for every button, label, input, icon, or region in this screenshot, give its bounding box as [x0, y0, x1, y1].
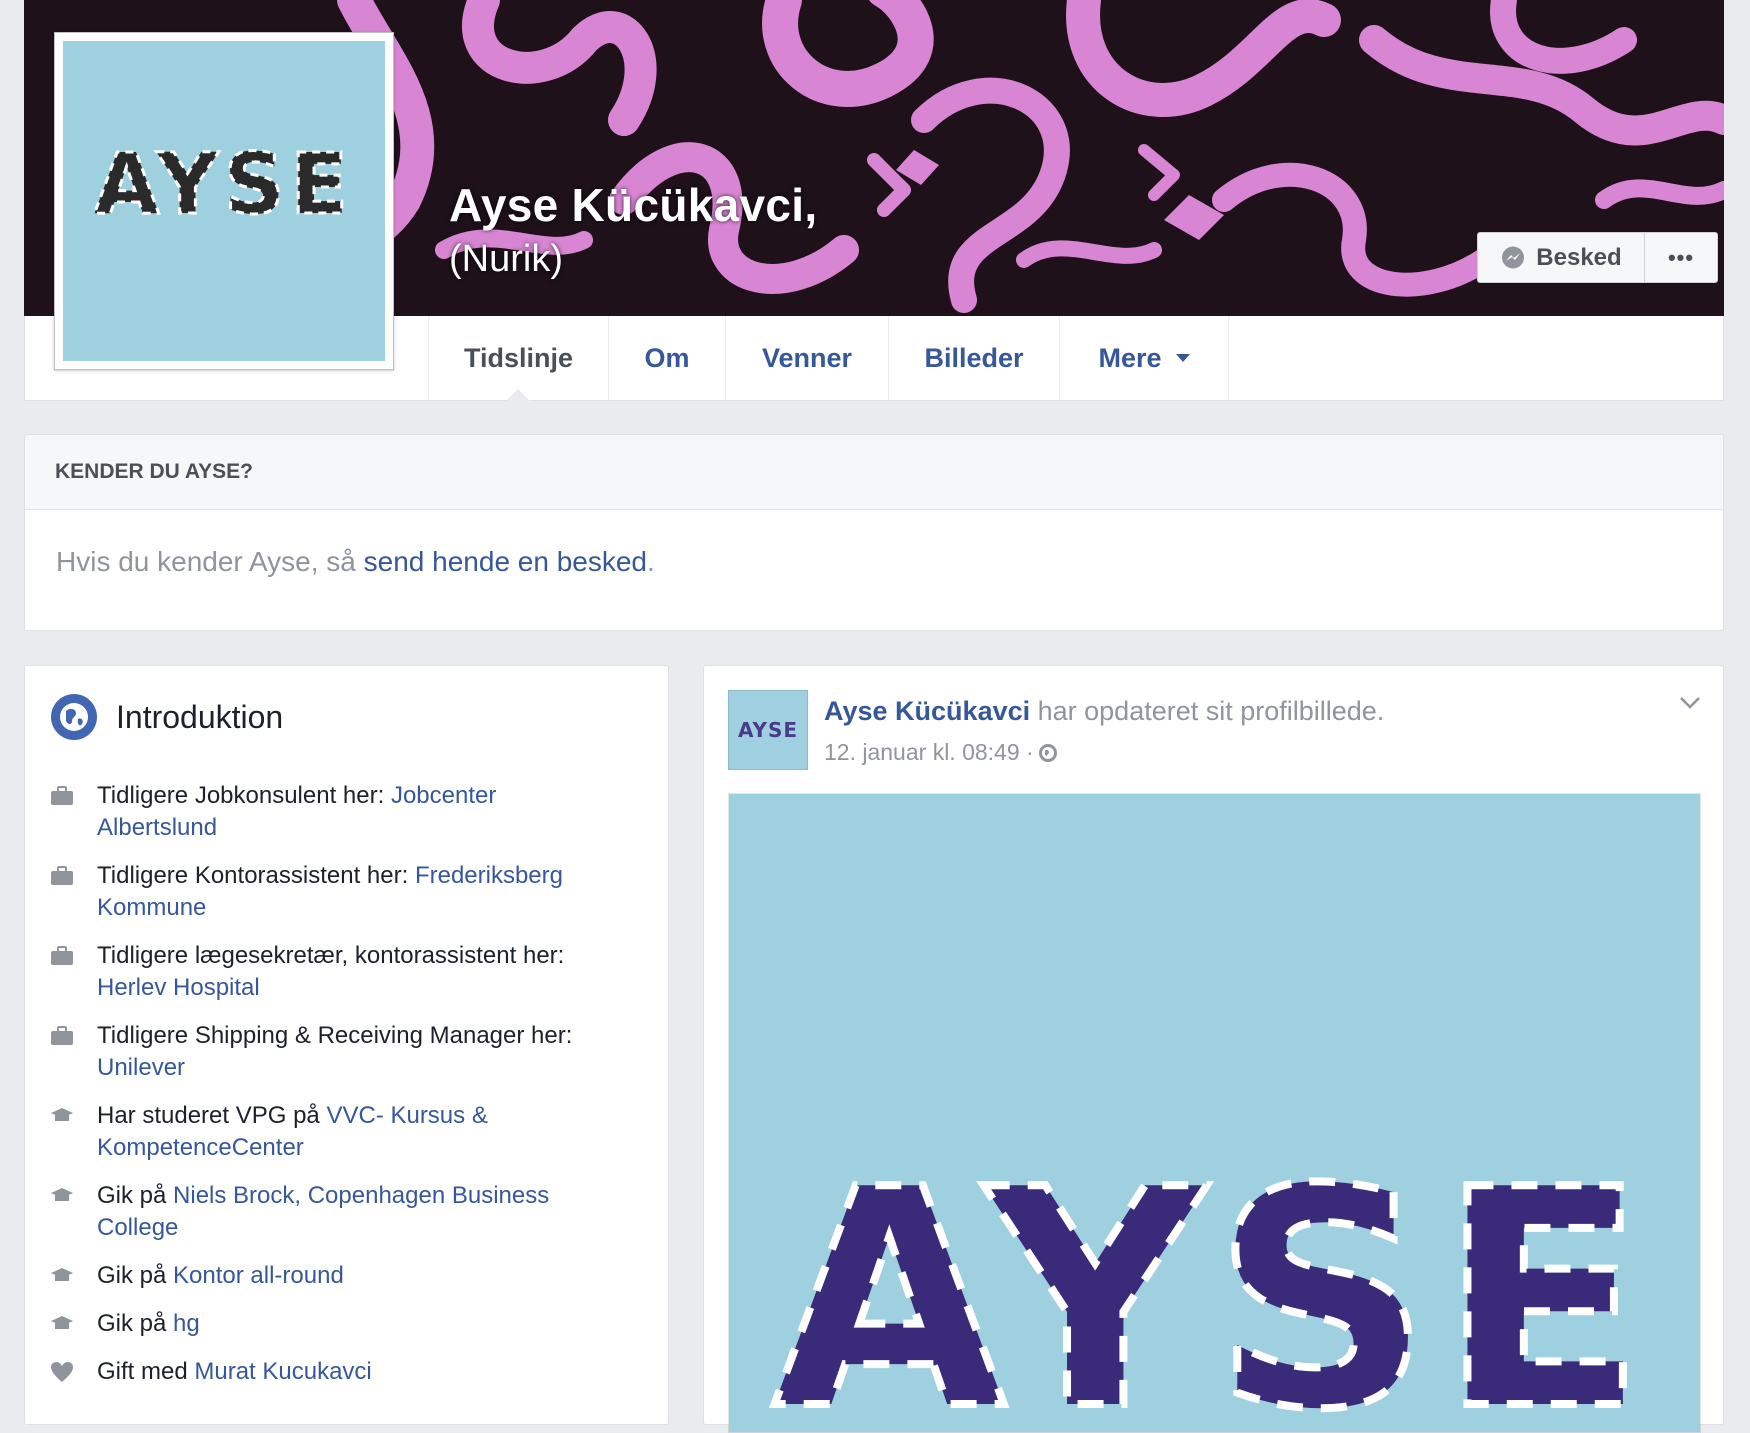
know-her-text: Hvis du kender Ayse, så send hende en be…: [25, 510, 1723, 578]
intro-item-link[interactable]: Kontor all-round: [173, 1262, 344, 1289]
profile-picture[interactable]: AYSE: [54, 32, 394, 370]
intro-item-job-4: Tidligere Shipping & Receiving Manager h…: [49, 1020, 649, 1084]
education-icon: [49, 1100, 75, 1132]
profile-alternate-name: (Nurik): [449, 238, 563, 280]
intro-item-job-3: Tidligere lægesekretær, kontorassistent …: [49, 940, 649, 1004]
post-timestamp[interactable]: 12. januar kl. 08:49 ·: [824, 739, 1034, 766]
post-photo-lettering: AYSE: [773, 1126, 1655, 1432]
post-action-text: har opdateret sit profilbillede.: [1030, 696, 1385, 726]
know-her-header: KENDER DU AYSE?: [25, 435, 1723, 510]
post-meta: 12. januar kl. 08:49 ·: [824, 739, 1058, 766]
intro-item-text: Har studeret VPG på: [97, 1102, 327, 1129]
more-options-icon: •••: [1667, 244, 1695, 270]
education-icon: [49, 1260, 75, 1292]
tab-photos-label: Billeder: [924, 342, 1024, 373]
intro-item-link[interactable]: Herlev Hospital: [97, 974, 260, 1001]
intro-item-text: Gik på: [97, 1182, 174, 1209]
intro-item-education-2: Gik på Niels Brock, Copenhagen Business …: [49, 1180, 649, 1244]
post-author-avatar[interactable]: AYSE: [728, 690, 808, 770]
intro-item-job-2: Tidligere Kontorassistent her: Frederiks…: [49, 860, 649, 924]
intro-card: Introduktion Tidligere Jobkonsulent her:…: [24, 665, 669, 1425]
know-her-suffix: .: [647, 546, 655, 577]
tab-friends[interactable]: Venner: [725, 316, 888, 400]
intro-item-education-4: Gik på hg: [49, 1308, 649, 1340]
tab-about-label: Om: [644, 342, 690, 373]
post-card: AYSE Ayse Kücükavci har opdateret sit pr…: [703, 665, 1724, 1433]
message-button[interactable]: Besked: [1477, 232, 1645, 283]
intro-item-text: Tidligere lægesekretær, kontorassistent …: [97, 942, 565, 969]
intro-item-job-1: Tidligere Jobkonsulent her: Jobcenter Al…: [49, 780, 649, 844]
globe-icon: [51, 694, 97, 740]
intro-item-text: Gik på: [97, 1262, 174, 1289]
education-icon: [49, 1308, 75, 1340]
intro-title: Introduktion: [116, 698, 284, 735]
briefcase-icon: [49, 780, 75, 812]
briefcase-icon: [49, 860, 75, 892]
avatar-image: AYSE: [729, 691, 807, 769]
intro-item-text: Tidligere Jobkonsulent her:: [97, 782, 391, 809]
education-icon: [49, 1180, 75, 1212]
profile-picture-image: AYSE: [63, 41, 385, 361]
tab-more[interactable]: Mere: [1059, 316, 1229, 400]
globe-privacy-icon[interactable]: [1038, 743, 1058, 763]
messenger-icon: [1502, 246, 1525, 268]
intro-item-education-1: Har studeret VPG på VVC- Kursus & Kompet…: [49, 1100, 649, 1164]
briefcase-icon: [49, 1020, 75, 1052]
briefcase-icon: [49, 940, 75, 972]
tab-timeline-label: Tidslinje: [463, 342, 574, 373]
intro-item-text: Gift med: [97, 1358, 195, 1385]
tab-timeline[interactable]: Tidslinje: [428, 316, 608, 400]
caret-down-icon: [1175, 354, 1190, 362]
intro-item-education-3: Gik på Kontor all-round: [49, 1260, 649, 1292]
tab-more-label: Mere: [1098, 342, 1162, 373]
send-message-link[interactable]: send hende en besked: [364, 546, 647, 577]
post-headline: Ayse Kücükavci har opdateret sit profilb…: [824, 696, 1384, 727]
post-photo-image: AYSE: [729, 794, 1700, 1432]
intro-item-link[interactable]: Unilever: [97, 1054, 185, 1081]
tab-friends-label: Venner: [761, 342, 853, 373]
post-avatar-lettering: AYSE: [738, 718, 798, 742]
intro-item-text: Tidligere Shipping & Receiving Manager h…: [97, 1022, 573, 1049]
intro-item-link[interactable]: Murat Kucukavci: [194, 1358, 371, 1385]
intro-item-text: Tidligere Kontorassistent her:: [97, 862, 415, 889]
more-options-button[interactable]: •••: [1644, 232, 1718, 283]
profile-picture-lettering: AYSE: [94, 135, 354, 233]
post-options-chevron-icon[interactable]: [1679, 696, 1701, 715]
post-photo[interactable]: AYSE: [728, 793, 1701, 1433]
intro-item-relationship: Gift med Murat Kucukavci: [49, 1356, 649, 1388]
intro-item-text: Gik på: [97, 1310, 174, 1337]
know-her-prefix: Hvis du kender Ayse, så: [56, 546, 364, 577]
intro-header: Introduktion: [50, 693, 283, 741]
tab-photos[interactable]: Billeder: [888, 316, 1059, 400]
tab-about[interactable]: Om: [608, 316, 725, 400]
message-button-label: Besked: [1536, 243, 1622, 271]
profile-name[interactable]: Ayse Kücükavci,: [449, 178, 817, 232]
post-author-name[interactable]: Ayse Kücükavci: [824, 696, 1030, 726]
intro-item-link[interactable]: hg: [173, 1310, 200, 1337]
know-her-card: KENDER DU AYSE? Hvis du kender Ayse, så …: [24, 434, 1724, 631]
active-tab-indicator: [506, 389, 530, 401]
heart-icon: [49, 1356, 75, 1388]
